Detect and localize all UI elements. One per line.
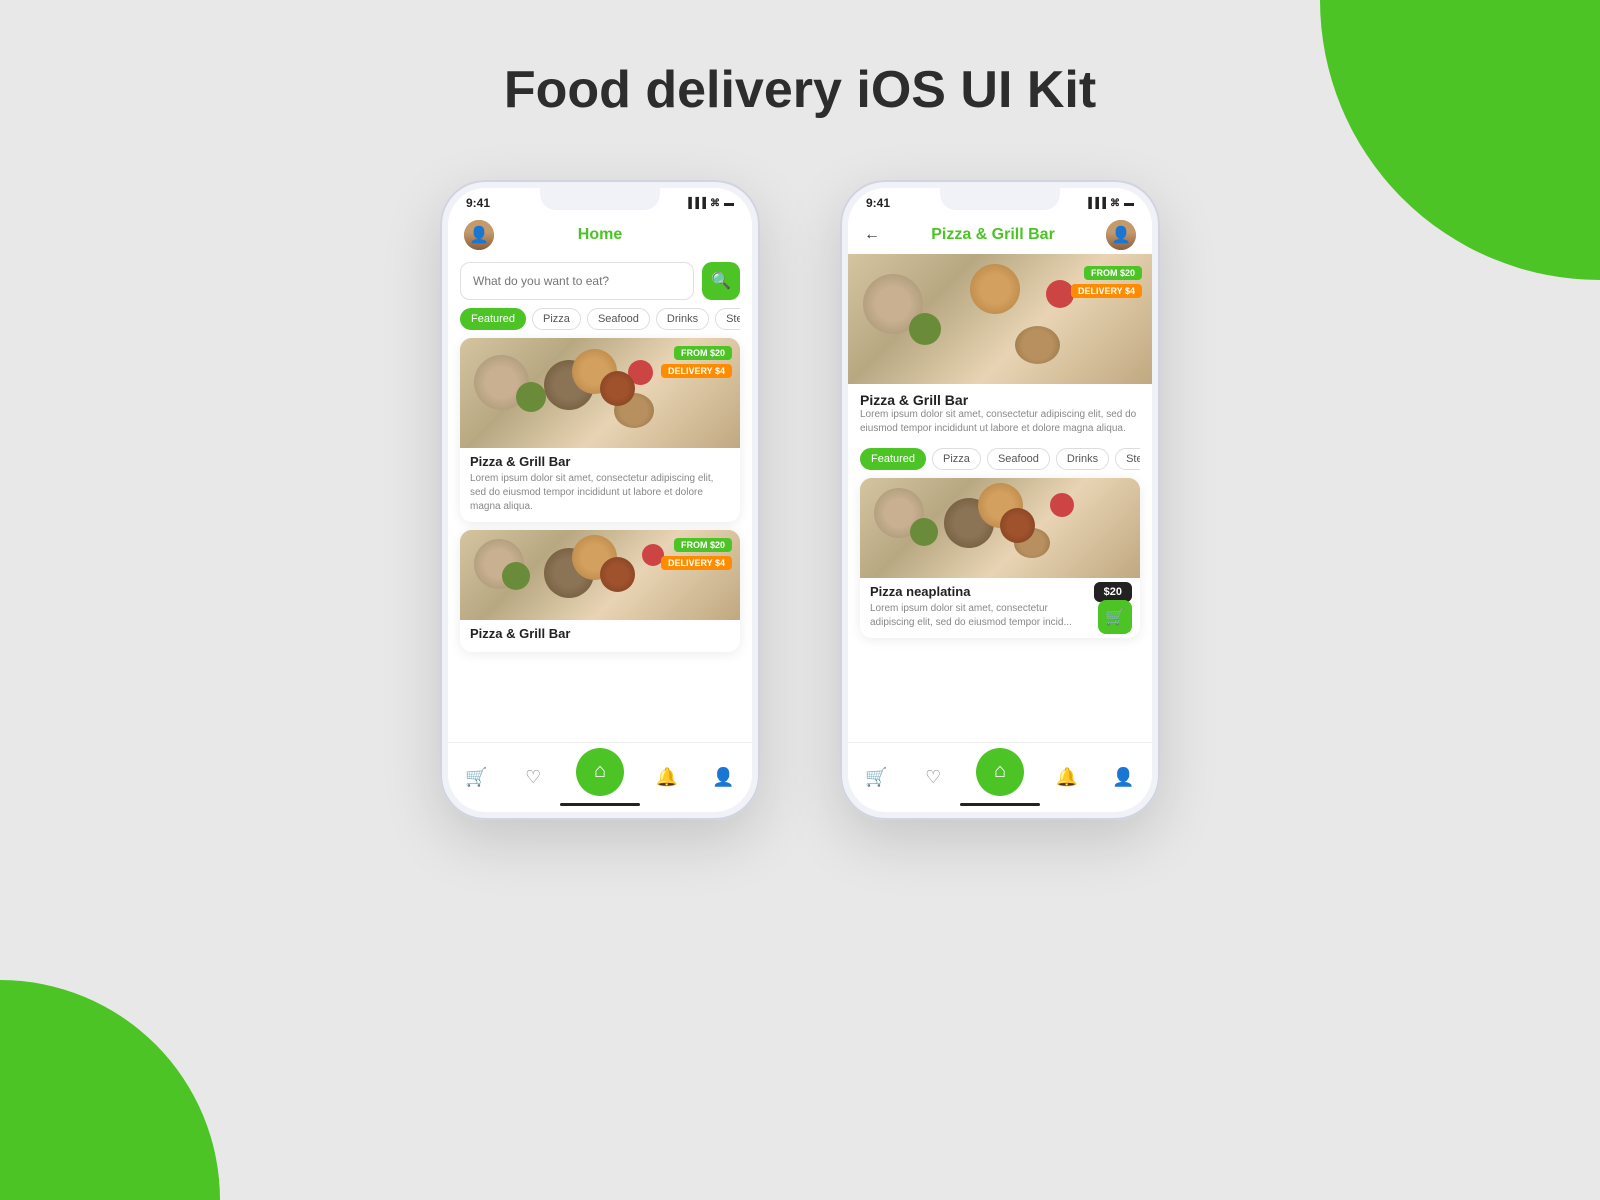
heart-nav-icon-2[interactable]: ♡: [919, 764, 947, 792]
search-button-1[interactable]: 🔍: [702, 262, 740, 300]
food-desc-1: Lorem ipsum dolor sit amet, consectetur …: [470, 472, 730, 514]
bottom-nav-1: 🛒 ♡ ⌂ 🔔 👤: [448, 742, 752, 812]
home-indicator-2: [960, 803, 1040, 806]
home-nav-icon-1[interactable]: ⌂: [576, 748, 624, 796]
restaurant-price-tag: FROM $20: [1084, 266, 1142, 280]
phone-1: 9:41 ▐▐▐ ⌘ ▬ Home 🔍: [440, 180, 760, 820]
food-name-2: Pizza & Grill Bar: [470, 626, 730, 641]
status-icons-1: ▐▐▐ ⌘ ▬: [685, 198, 734, 209]
phone-notch-2: [940, 188, 1060, 210]
restaurant-description: Lorem ipsum dolor sit amet, consectetur …: [860, 408, 1140, 436]
signal-icon-2: ▐▐▐: [1085, 198, 1106, 209]
tab-steak-2[interactable]: Steak: [1115, 448, 1140, 470]
restaurant-info: Pizza & Grill Bar Lorem ipsum dolor sit …: [848, 392, 1152, 442]
page-title: Food delivery iOS UI Kit: [0, 0, 1600, 120]
cart-nav-icon-1[interactable]: 🛒: [462, 764, 490, 792]
bell-nav-icon-1[interactable]: 🔔: [653, 764, 681, 792]
wifi-icon-1: ⌘: [710, 198, 720, 209]
nav-bar-1: Home: [448, 214, 752, 254]
food-card-wrapper-2: Pizza neaplatina Lorem ipsum dolor sit a…: [848, 478, 1152, 638]
category-tabs-1: Featured Pizza Seafood Drinks Steak: [460, 308, 740, 330]
food-desc-detail: Lorem ipsum dolor sit amet, consectetur …: [870, 602, 1090, 630]
food-image-detail: [860, 478, 1140, 578]
heart-nav-icon-1[interactable]: ♡: [519, 764, 547, 792]
bell-nav-icon-2[interactable]: 🔔: [1053, 764, 1081, 792]
food-name-1: Pizza & Grill Bar: [470, 454, 730, 469]
green-decoration-bottom-left: [0, 980, 220, 1200]
phone-2-inner: 9:41 ▐▐▐ ⌘ ▬ ← Pizza & Grill Bar: [848, 188, 1152, 812]
search-bar-1: 🔍: [460, 262, 740, 300]
home-indicator-1: [560, 803, 640, 806]
delivery-tag-1: DELIVERY $4: [661, 364, 732, 378]
nav-title-1: Home: [578, 226, 622, 244]
back-button-2[interactable]: ←: [864, 226, 880, 244]
phone-1-inner: 9:41 ▐▐▐ ⌘ ▬ Home 🔍: [448, 188, 752, 812]
item-price-btn[interactable]: $20: [1094, 582, 1132, 602]
price-tag-1: FROM $20: [674, 346, 732, 360]
phone-2: 9:41 ▐▐▐ ⌘ ▬ ← Pizza & Grill Bar: [840, 180, 1160, 820]
food-card-2[interactable]: FROM $20 DELIVERY $4 Pizza & Grill Bar: [460, 530, 740, 652]
battery-icon-2: ▬: [1124, 198, 1134, 209]
avatar-face-1: [464, 220, 494, 250]
tab-steak-1[interactable]: Steak: [715, 308, 740, 330]
phones-container: 9:41 ▐▐▐ ⌘ ▬ Home 🔍: [0, 180, 1600, 820]
restaurant-header-bg: FROM $20 DELIVERY $4: [848, 254, 1152, 384]
tab-pizza-2[interactable]: Pizza: [932, 448, 981, 470]
delivery-tag-2: DELIVERY $4: [661, 556, 732, 570]
food-card-body-2: Pizza & Grill Bar: [460, 620, 740, 652]
food-image-bg-detail: [860, 478, 1140, 578]
status-time-1: 9:41: [466, 196, 490, 210]
wifi-icon-2: ⌘: [1110, 198, 1120, 209]
food-card-1[interactable]: FROM $20 DELIVERY $4 Pizza & Grill Bar L…: [460, 338, 740, 522]
food-image-1: FROM $20 DELIVERY $4: [460, 338, 740, 448]
user-nav-icon-1[interactable]: 👤: [710, 764, 738, 792]
status-time-2: 9:41: [866, 196, 890, 210]
status-icons-2: ▐▐▐ ⌘ ▬: [1085, 198, 1134, 209]
phone-notch-1: [540, 188, 660, 210]
search-input-1[interactable]: [460, 262, 694, 300]
food-card-detail[interactable]: Pizza neaplatina Lorem ipsum dolor sit a…: [860, 478, 1140, 638]
avatar-face-2: [1106, 220, 1136, 250]
tab-featured-2[interactable]: Featured: [860, 448, 926, 470]
avatar-2: [1106, 220, 1136, 250]
tab-drinks-2[interactable]: Drinks: [1056, 448, 1109, 470]
price-tag-2: FROM $20: [674, 538, 732, 552]
avatar-1: [464, 220, 494, 250]
screen-content-1: 🔍 Featured Pizza Seafood Drinks Steak: [448, 254, 752, 768]
tab-pizza-1[interactable]: Pizza: [532, 308, 581, 330]
cart-nav-icon-2[interactable]: 🛒: [862, 764, 890, 792]
food-image-2: FROM $20 DELIVERY $4: [460, 530, 740, 620]
restaurant-name: Pizza & Grill Bar: [860, 392, 1140, 408]
home-nav-icon-2[interactable]: ⌂: [976, 748, 1024, 796]
add-to-cart-btn[interactable]: 🛒: [1098, 600, 1132, 634]
user-nav-icon-2[interactable]: 👤: [1110, 764, 1138, 792]
category-tabs-wrapper-2: Featured Pizza Seafood Drinks Steak: [848, 448, 1152, 470]
tab-drinks-1[interactable]: Drinks: [656, 308, 709, 330]
food-name-detail: Pizza neaplatina: [870, 584, 1090, 599]
tab-featured-1[interactable]: Featured: [460, 308, 526, 330]
tab-seafood-2[interactable]: Seafood: [987, 448, 1050, 470]
battery-icon-1: ▬: [724, 198, 734, 209]
restaurant-delivery-tag: DELIVERY $4: [1071, 284, 1142, 298]
nav-bar-2: ← Pizza & Grill Bar: [848, 214, 1152, 254]
food-card-body-1: Pizza & Grill Bar Lorem ipsum dolor sit …: [460, 448, 740, 522]
restaurant-header-img: FROM $20 DELIVERY $4: [848, 254, 1152, 384]
bottom-nav-2: 🛒 ♡ ⌂ 🔔 👤: [848, 742, 1152, 812]
nav-title-2: Pizza & Grill Bar: [931, 226, 1055, 244]
tab-seafood-1[interactable]: Seafood: [587, 308, 650, 330]
category-tabs-2: Featured Pizza Seafood Drinks Steak: [860, 448, 1140, 470]
signal-icon-1: ▐▐▐: [685, 198, 706, 209]
